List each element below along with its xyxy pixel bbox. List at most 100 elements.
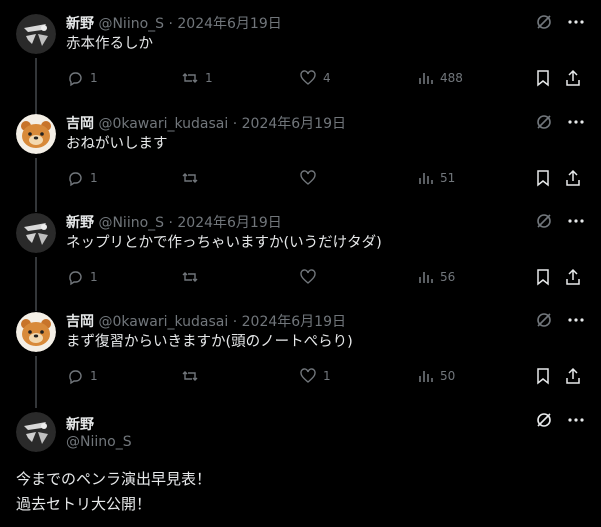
reply-tweet[interactable]: 吉岡 @0kawari_kudasai · 2024年6月19日 おねがいします…	[0, 114, 601, 194]
tweet-actions: 1 51	[66, 168, 586, 188]
view-count: 50	[440, 369, 456, 383]
tweet-text: おねがいします	[66, 136, 168, 152]
retweet-button[interactable]: 1	[181, 68, 213, 88]
retweet-button[interactable]	[181, 168, 205, 188]
like-button[interactable]: 1	[299, 366, 331, 386]
more-options-icon[interactable]	[567, 113, 585, 135]
author-name[interactable]: 吉岡	[66, 116, 94, 132]
grok-icon[interactable]	[535, 13, 553, 35]
tweet-top-icons	[535, 213, 585, 233]
heart-icon	[299, 69, 317, 87]
reply-tweet[interactable]: 新野 @Niino_S · 2024年6月19日 ネップリとかで作っちゃいますか…	[0, 213, 601, 293]
views-icon	[416, 69, 434, 87]
more-options-icon[interactable]	[567, 13, 585, 35]
tweet-date[interactable]: 2024年6月19日	[242, 116, 346, 132]
separator: ·	[168, 16, 173, 32]
main-tweet[interactable]: 新野 @Niino_S 今までのペンラ演出早見表！ 過去セトリ大公開！	[0, 412, 601, 527]
reply-tweet[interactable]: 吉岡 @0kawari_kudasai · 2024年6月19日 まず復習からい…	[0, 312, 601, 392]
tweet-actions: 1 1 4 488	[66, 68, 586, 88]
author-handle[interactable]: @0kawari_kudasai	[98, 116, 228, 132]
tweet-date[interactable]: 2024年6月19日	[177, 16, 281, 32]
tweet-top-icons	[535, 312, 585, 332]
like-count: 1	[323, 369, 331, 383]
reply-tweet[interactable]: 新野 @Niino_S · 2024年6月19日 赤本作るしか 1 1 4 48…	[0, 14, 601, 94]
tweet-header: 吉岡 @0kawari_kudasai · 2024年6月19日	[66, 312, 346, 332]
reply-count: 1	[90, 270, 98, 284]
reply-icon	[66, 367, 84, 385]
like-button[interactable]: 4	[299, 68, 331, 88]
avatar[interactable]	[16, 213, 56, 253]
author-handle[interactable]: @Niino_S	[66, 434, 132, 450]
views-icon	[416, 367, 434, 385]
separator: ·	[168, 215, 173, 231]
share-icon	[564, 69, 582, 87]
tweet-date[interactable]: 2024年6月19日	[177, 215, 281, 231]
more-options-icon[interactable]	[567, 212, 585, 234]
author-handle[interactable]: @Niino_S	[98, 215, 164, 231]
views-button[interactable]: 51	[416, 168, 455, 188]
reply-count: 1	[90, 71, 98, 85]
views-icon	[416, 268, 434, 286]
author-handle[interactable]: @Niino_S	[98, 16, 164, 32]
like-button[interactable]	[299, 168, 323, 188]
reply-icon	[66, 69, 84, 87]
tweet-date[interactable]: 2024年6月19日	[242, 314, 346, 330]
more-options-icon[interactable]	[567, 411, 585, 433]
share-button[interactable]	[564, 68, 582, 88]
share-icon	[564, 268, 582, 286]
bookmark-button[interactable]	[534, 366, 552, 386]
share-button[interactable]	[564, 267, 582, 287]
retweet-icon	[181, 169, 199, 187]
bookmark-icon	[534, 367, 552, 385]
retweet-icon	[181, 69, 199, 87]
grok-icon[interactable]	[535, 411, 553, 433]
tweet-header: 新野 @Niino_S · 2024年6月19日	[66, 213, 282, 233]
avatar[interactable]	[16, 312, 56, 352]
retweet-icon	[181, 268, 199, 286]
like-button[interactable]	[299, 267, 323, 287]
retweet-button[interactable]	[181, 366, 205, 386]
retweet-count: 1	[205, 71, 213, 85]
author-name[interactable]: 新野	[66, 414, 94, 434]
views-button[interactable]: 488	[416, 68, 463, 88]
bookmark-icon	[534, 169, 552, 187]
reply-button[interactable]: 1	[66, 68, 98, 88]
views-icon	[416, 169, 434, 187]
bookmark-button[interactable]	[534, 68, 552, 88]
author-name[interactable]: 新野	[66, 16, 94, 32]
share-button[interactable]	[564, 366, 582, 386]
view-count: 56	[440, 270, 456, 284]
share-icon	[564, 169, 582, 187]
share-icon	[564, 367, 582, 385]
author-handle[interactable]: @0kawari_kudasai	[98, 314, 228, 330]
avatar[interactable]	[16, 14, 56, 54]
bookmark-button[interactable]	[534, 267, 552, 287]
tweet-top-icons	[535, 114, 585, 134]
reply-button[interactable]: 1	[66, 267, 98, 287]
tweet-header: 新野 @Niino_S · 2024年6月19日	[66, 14, 282, 34]
retweet-icon	[181, 367, 199, 385]
avatar[interactable]	[16, 114, 56, 154]
avatar[interactable]	[16, 412, 56, 452]
tweet-text: まず復習からいきますか(頭のノートぺらり)	[66, 334, 353, 350]
grok-icon[interactable]	[535, 113, 553, 135]
views-button[interactable]: 56	[416, 267, 455, 287]
more-options-icon[interactable]	[567, 311, 585, 333]
heart-icon	[299, 268, 317, 286]
reply-button[interactable]: 1	[66, 366, 98, 386]
view-count: 51	[440, 171, 456, 185]
tweet-actions: 1 1 50	[66, 366, 586, 386]
share-button[interactable]	[564, 168, 582, 188]
bookmark-button[interactable]	[534, 168, 552, 188]
separator: ·	[232, 116, 238, 132]
tweet-top-icons	[535, 14, 585, 34]
view-count: 488	[440, 71, 463, 85]
author-name[interactable]: 新野	[66, 215, 94, 231]
reply-button[interactable]: 1	[66, 168, 98, 188]
grok-icon[interactable]	[535, 311, 553, 333]
grok-icon[interactable]	[535, 212, 553, 234]
reply-icon	[66, 169, 84, 187]
retweet-button[interactable]	[181, 267, 205, 287]
views-button[interactable]: 50	[416, 366, 455, 386]
author-name[interactable]: 吉岡	[66, 314, 94, 330]
